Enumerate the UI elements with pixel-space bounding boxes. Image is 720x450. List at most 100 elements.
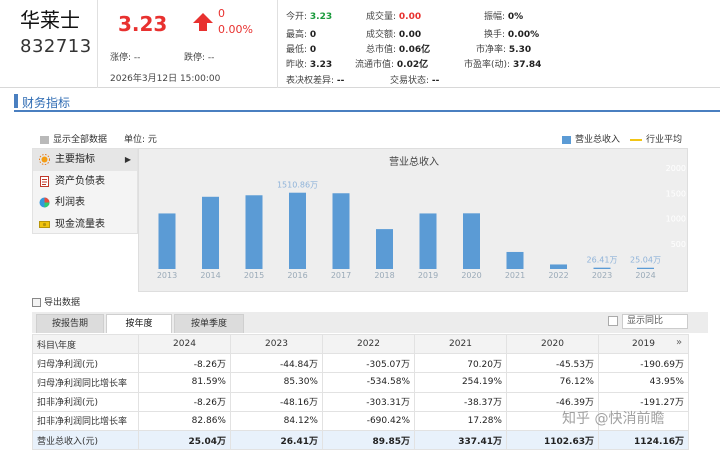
financial-table: 科目\年度 2024 2023 2022 2021 2020 2019 归母净利… — [32, 333, 689, 450]
row-label: 归母净利润(元) — [32, 353, 139, 374]
table-cell: 85.30% — [230, 372, 323, 393]
current-price: 3.23 — [118, 12, 168, 36]
yoy-checkbox[interactable] — [608, 316, 618, 326]
x-tick-label: 2015 — [244, 271, 264, 280]
up-arrow-icon — [193, 13, 213, 31]
table-cell: -38.37万 — [414, 391, 507, 412]
menu-item-main-indicators[interactable]: 主要指标 ▶ — [33, 149, 137, 171]
legend-series[interactable]: 营业总收入 — [562, 132, 620, 145]
table-cell: 25.04万 — [138, 429, 231, 450]
chart-bar — [332, 193, 350, 269]
tab-by-report-period[interactable]: 按报告期 — [36, 314, 104, 333]
legend-swatch-icon — [562, 135, 571, 144]
chart-bar — [463, 213, 480, 269]
column-header[interactable]: 2021 — [414, 333, 507, 355]
x-tick-label: 2019 — [418, 271, 438, 280]
show-yoy-button[interactable]: 显示同比 — [622, 314, 688, 329]
stat-amount: 成交额: 0.00 — [366, 30, 422, 40]
quote-header: 华莱士 832713 3.23 0 0.00% 涨停: -- 跌停: -- 20… — [0, 0, 720, 88]
table-row: 归母净利润(元) -8.26万 -44.84万 -305.07万 70.20万 -45.5… — [32, 353, 689, 374]
tab-by-quarter[interactable]: 按单季度 — [174, 314, 244, 333]
x-tick-label: 2024 — [635, 271, 655, 280]
table-cell: -44.84万 — [230, 353, 323, 374]
chart-bar — [419, 213, 437, 269]
stat-float-market-cap: 流通市值: 0.02亿 — [355, 60, 429, 70]
row-label: 扣非净利润(元) — [32, 391, 139, 412]
legend-average[interactable]: 行业平均 — [630, 132, 682, 145]
sun-icon — [39, 154, 50, 165]
x-tick-label: 2020 — [461, 271, 481, 280]
document-icon — [40, 175, 49, 187]
data-label: 25.04万 — [630, 256, 661, 265]
stat-amplitude: 振幅: 0% — [484, 12, 524, 22]
chart-bar — [245, 195, 263, 269]
table-cell: 254.19% — [414, 372, 507, 393]
chart-bar — [550, 264, 567, 269]
table-header-row: 科目\年度 2024 2023 2022 2021 2020 2019 — [32, 333, 689, 355]
table-cell: 1102.63万 — [506, 429, 599, 450]
y-tick-label: 1000 — [666, 215, 686, 224]
column-header[interactable]: 2019 — [598, 333, 689, 355]
menu-item-cash-flow[interactable]: 现金流量表 — [33, 214, 137, 236]
export-icon — [32, 298, 41, 307]
table-row: 归母净利润同比增长率 81.59% 85.30% -534.58% 254.19% 76.… — [32, 372, 689, 393]
row-label: 归母净利润同比增长率 — [32, 372, 139, 393]
table-cell: 81.59% — [138, 372, 231, 393]
limit-down: 跌停: -- — [184, 53, 215, 63]
toggle-square-icon — [40, 135, 49, 144]
watermark: 知乎 @快消前瞻 — [562, 411, 665, 427]
chart-bar — [593, 267, 611, 269]
section-title-bar — [14, 92, 720, 112]
column-header[interactable]: 2022 — [322, 333, 415, 355]
stat-prev-close: 昨收: 3.23 — [286, 60, 333, 70]
x-tick-label: 2023 — [592, 271, 612, 280]
x-tick-label: 2021 — [505, 271, 525, 280]
table-cell: -534.58% — [322, 372, 415, 393]
table-cell: -45.53万 — [506, 353, 599, 374]
table-cell: 1124.16万 — [598, 429, 689, 450]
price-change: 0 — [218, 7, 225, 20]
x-tick-label: 2022 — [548, 271, 568, 280]
chart-bar — [202, 196, 219, 269]
table-cell: 76.12% — [506, 372, 599, 393]
table-cell: -690.42% — [322, 410, 415, 431]
x-tick-label: 2016 — [287, 271, 307, 280]
pie-icon — [39, 197, 50, 208]
table-cell: 17.28% — [414, 410, 507, 431]
show-all-toggle[interactable]: 显示全部数据 — [40, 132, 107, 145]
data-label: 26.41万 — [587, 256, 618, 265]
stat-low: 最低: 0 — [286, 45, 317, 55]
cash-icon — [39, 220, 50, 228]
table-cell: 43.95% — [598, 372, 689, 393]
row-label: 扣非净利润同比增长率 — [32, 410, 139, 431]
table-cell: 89.85万 — [322, 429, 415, 450]
price-panel: 3.23 0 0.00% 涨停: -- 跌停: -- 2026年3月12日 15… — [98, 0, 278, 88]
more-columns-icon[interactable]: » — [676, 337, 682, 348]
chart-bar — [158, 213, 176, 269]
y-tick-label: 500 — [671, 240, 686, 249]
stat-pb: 市净率: 5.30 — [476, 45, 532, 55]
table-cell: 70.20万 — [414, 353, 507, 374]
stat-high: 最高: 0 — [286, 30, 317, 40]
caret-right-icon: ▶ — [124, 155, 131, 164]
menu-item-income-statement[interactable]: 利润表 — [33, 192, 137, 214]
column-header[interactable]: 2020 — [506, 333, 599, 355]
table-cell: 84.12% — [230, 410, 323, 431]
indicator-menu: 主要指标 ▶ 资产负债表 利润表 现金流量表 — [32, 148, 138, 234]
x-tick-label: 2018 — [374, 271, 394, 280]
column-header[interactable]: 2023 — [230, 333, 323, 355]
tab-by-year[interactable]: 按年度 — [106, 314, 172, 333]
chart-bar — [637, 267, 654, 269]
period-tabs: 按报告期 按年度 按单季度 — [32, 312, 708, 333]
menu-item-balance-sheet[interactable]: 资产负债表 — [33, 171, 137, 193]
chart-bar — [376, 229, 393, 269]
column-header[interactable]: 2024 — [138, 333, 231, 355]
table-cell: -8.26万 — [138, 391, 231, 412]
unit-label: 单位: 元 — [124, 135, 157, 145]
stat-voting-diff: 表决权差异: -- — [286, 76, 345, 86]
table-cell: 82.86% — [138, 410, 231, 431]
x-tick-label: 2014 — [200, 271, 220, 280]
limit-up: 涨停: -- — [110, 53, 141, 63]
export-data-button[interactable]: 导出数据 — [32, 295, 80, 308]
revenue-chart: 营业总收入 2000 1500 1000 500 2013 2014 2015 2016 151… — [138, 148, 688, 292]
